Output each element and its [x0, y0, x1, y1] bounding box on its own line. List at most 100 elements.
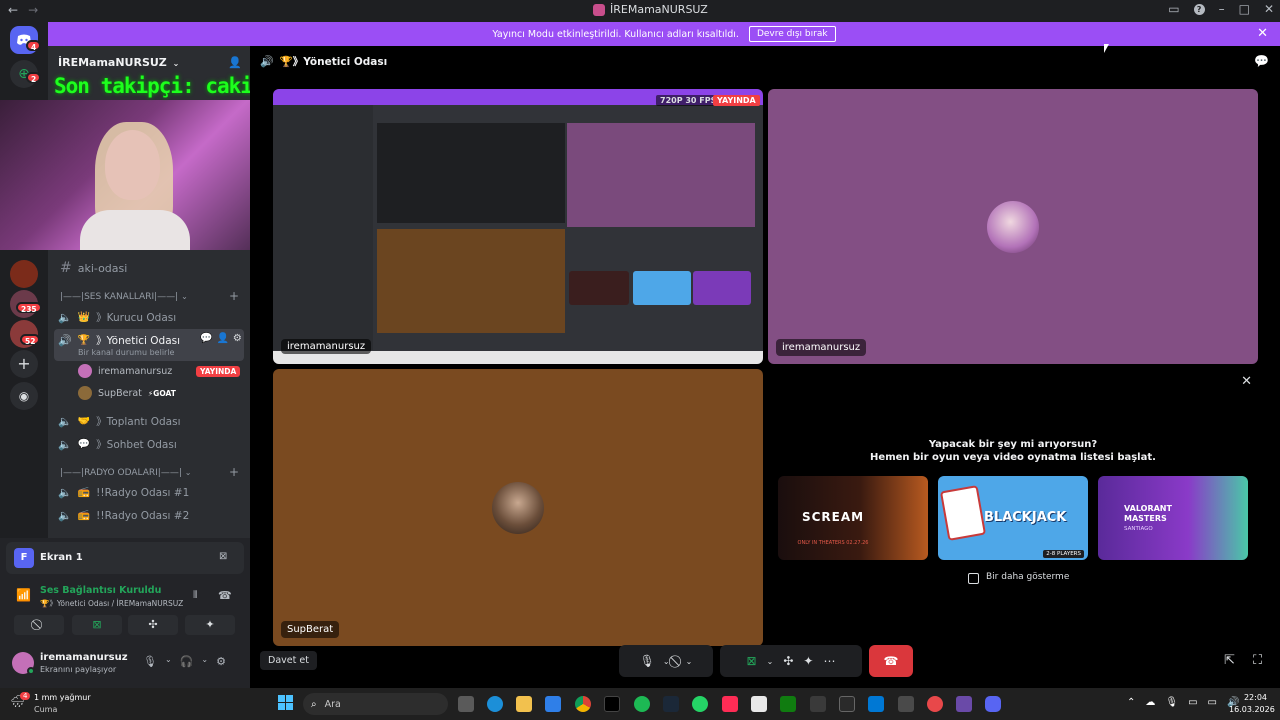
screen-label: Ekran 1 [40, 552, 83, 563]
game-launcher-icon[interactable] [810, 696, 826, 712]
edge-icon[interactable] [487, 696, 503, 712]
invite-button[interactable]: Davet et [260, 651, 317, 670]
activities-icon[interactable]: ✣ [783, 654, 793, 668]
minimize-icon[interactable]: – [1219, 2, 1225, 16]
channel-status[interactable]: Bir kanal durumu belirle [78, 348, 174, 357]
server-header[interactable]: İREMamaNURSUZ ⌄ [58, 56, 179, 69]
help-icon[interactable]: ? [1193, 3, 1205, 15]
member-row[interactable]: SupBerat ⚡GOAT [78, 386, 176, 400]
clock-date[interactable]: 16.03.2026 [1229, 705, 1275, 714]
chevron-down-icon[interactable]: ⌄ [767, 657, 774, 666]
chevron-down-icon[interactable]: ⌄ [686, 657, 693, 666]
noise-suppression-icon[interactable]: ⦀ [193, 590, 197, 601]
chevron-down-icon[interactable]: ⌄ [165, 655, 172, 668]
server-icon[interactable] [10, 260, 38, 288]
inbox-icon[interactable]: ▭ [1168, 2, 1179, 16]
epic-games-icon[interactable] [839, 696, 855, 712]
chevron-down-icon[interactable]: ⌄ [663, 657, 670, 666]
channel-name: !!Radyo Odası #1 [96, 486, 190, 499]
close-icon[interactable]: ✕ [1241, 374, 1252, 389]
cloud-icon[interactable]: ☁ [1145, 697, 1155, 708]
dont-show-checkbox[interactable] [968, 573, 979, 584]
speaker-icon: 🔈 [58, 486, 72, 499]
voice-connected-label[interactable]: Ses Bağlantısı Kuruldu [40, 585, 161, 596]
network-icon[interactable]: ▭ [1208, 697, 1217, 708]
more-icon[interactable]: ⋯ [823, 654, 835, 668]
screen-share-button[interactable]: ⊠ [72, 615, 122, 635]
forward-icon[interactable]: → [28, 3, 38, 17]
close-icon[interactable]: ✕ [1257, 26, 1268, 41]
disconnect-icon[interactable]: ☎ [218, 589, 232, 602]
store-icon[interactable] [545, 696, 561, 712]
participant-tile[interactable]: SupBerat [273, 369, 763, 646]
start-icon[interactable] [278, 695, 296, 713]
voice-channel[interactable]: 🔈 🤝 》Toplantı Odası [58, 414, 181, 429]
gear-icon[interactable]: ⚙ [216, 655, 226, 668]
radio-channel[interactable]: 🔈 📻 !!Radyo Odası #2 [58, 509, 189, 522]
clock-time[interactable]: 22:04 [1229, 693, 1267, 702]
camera-off-button[interactable]: ⃠ [14, 615, 64, 635]
activities-button[interactable]: ✣ [128, 615, 178, 635]
capcut-icon[interactable] [722, 696, 738, 712]
soundboard-button[interactable]: ✦ [185, 615, 235, 635]
participant-tile[interactable]: iremamanursuz [768, 89, 1258, 364]
invite-icon[interactable]: 👤 [216, 333, 228, 344]
back-icon[interactable]: ← [8, 3, 18, 17]
chat-icon[interactable]: 💬 [200, 333, 212, 344]
notification-badge: 4 [20, 692, 31, 700]
microphone-icon[interactable]: 🎙 [143, 655, 157, 668]
outlook-icon[interactable] [868, 696, 884, 712]
screen-share-tile[interactable] [273, 89, 763, 364]
steam-icon[interactable] [663, 696, 679, 712]
radio-channel[interactable]: 🔈 📻 !!Radyo Odası #1 [58, 486, 189, 499]
category-radio[interactable]: |——|RADYO ODALARI|——| ⌄ [60, 468, 191, 478]
text-channel[interactable]: # aki-odasi [60, 260, 127, 276]
microphone-icon[interactable]: 🎙 [640, 654, 655, 668]
screen-share-icon[interactable]: ⊠ [747, 654, 757, 668]
fullscreen-icon[interactable]: ⛶ [1253, 653, 1262, 668]
chrome-icon[interactable] [575, 696, 591, 712]
weather-text[interactable]: 1 mm yağmur [34, 693, 91, 702]
search-box[interactable]: ⌕ Ara [303, 693, 448, 715]
display-icon[interactable]: ▭ [1188, 697, 1197, 708]
headphones-icon[interactable]: 🎧 [180, 655, 194, 668]
whatsapp-icon[interactable] [692, 696, 708, 712]
category-voice[interactable]: |——|SES KANALLARI|——| ⌄ [60, 292, 188, 302]
discord-icon[interactable] [985, 696, 1001, 712]
game-card-valorant[interactable]: VALORANT MASTERS SANTIAGO [1098, 476, 1248, 560]
game-card-scream[interactable]: SCREAM ONLY IN THEATERS 02.27.26 [778, 476, 928, 560]
twitch-icon[interactable] [956, 696, 972, 712]
stop-stream-icon[interactable]: ⊠ [219, 551, 227, 562]
snipping-icon[interactable] [898, 696, 914, 712]
mic-tray-icon[interactable]: 🎙 [1165, 697, 1178, 708]
explore-icon[interactable]: ◉ [10, 382, 38, 410]
soundboard-icon[interactable]: ✦ [803, 654, 813, 668]
add-member-icon[interactable]: 👤 [228, 56, 242, 69]
notepad-icon[interactable] [751, 696, 767, 712]
voice-channel[interactable]: 🔈 💬 》Sohbet Odası [58, 437, 177, 452]
gear-icon[interactable]: ⚙ [233, 333, 242, 344]
close-window-icon[interactable]: ✕ [1264, 2, 1274, 16]
chevron-up-icon[interactable]: ⌃ [1127, 697, 1135, 708]
popout-icon[interactable]: ⇱ [1224, 653, 1235, 668]
voice-location[interactable]: 🏆》Yönetici Odası / İREMamaNURSUZ [40, 598, 183, 609]
task-view-icon[interactable] [458, 696, 474, 712]
voice-channel[interactable]: 🔈 👑 》Kurucu Odası [58, 310, 176, 325]
file-explorer-icon[interactable] [516, 696, 532, 712]
username[interactable]: iremamanursuz [40, 652, 128, 663]
voice-channel-current[interactable]: 🔊 🏆 》Yönetici Odası [58, 333, 180, 348]
chevron-down-icon[interactable]: ⌄ [201, 655, 208, 668]
maximize-icon[interactable]: □ [1239, 2, 1250, 16]
obs-icon[interactable] [927, 696, 943, 712]
member-row[interactable]: iremamanursuz [78, 364, 172, 378]
tiktok-icon[interactable] [604, 696, 620, 712]
add-channel-icon[interactable]: + [229, 289, 239, 303]
add-server-icon[interactable]: + [10, 350, 38, 378]
chat-icon[interactable]: 💬 [1254, 54, 1269, 68]
disconnect-button[interactable]: ☎ [869, 645, 913, 677]
xbox-icon[interactable] [780, 696, 796, 712]
game-card-blackjack[interactable]: BLACKJACK 2-8 PLAYERS [938, 476, 1088, 560]
add-channel-icon[interactable]: + [229, 465, 239, 479]
disable-button[interactable]: Devre dışı bırak [748, 26, 836, 42]
spotify-icon[interactable] [634, 696, 650, 712]
